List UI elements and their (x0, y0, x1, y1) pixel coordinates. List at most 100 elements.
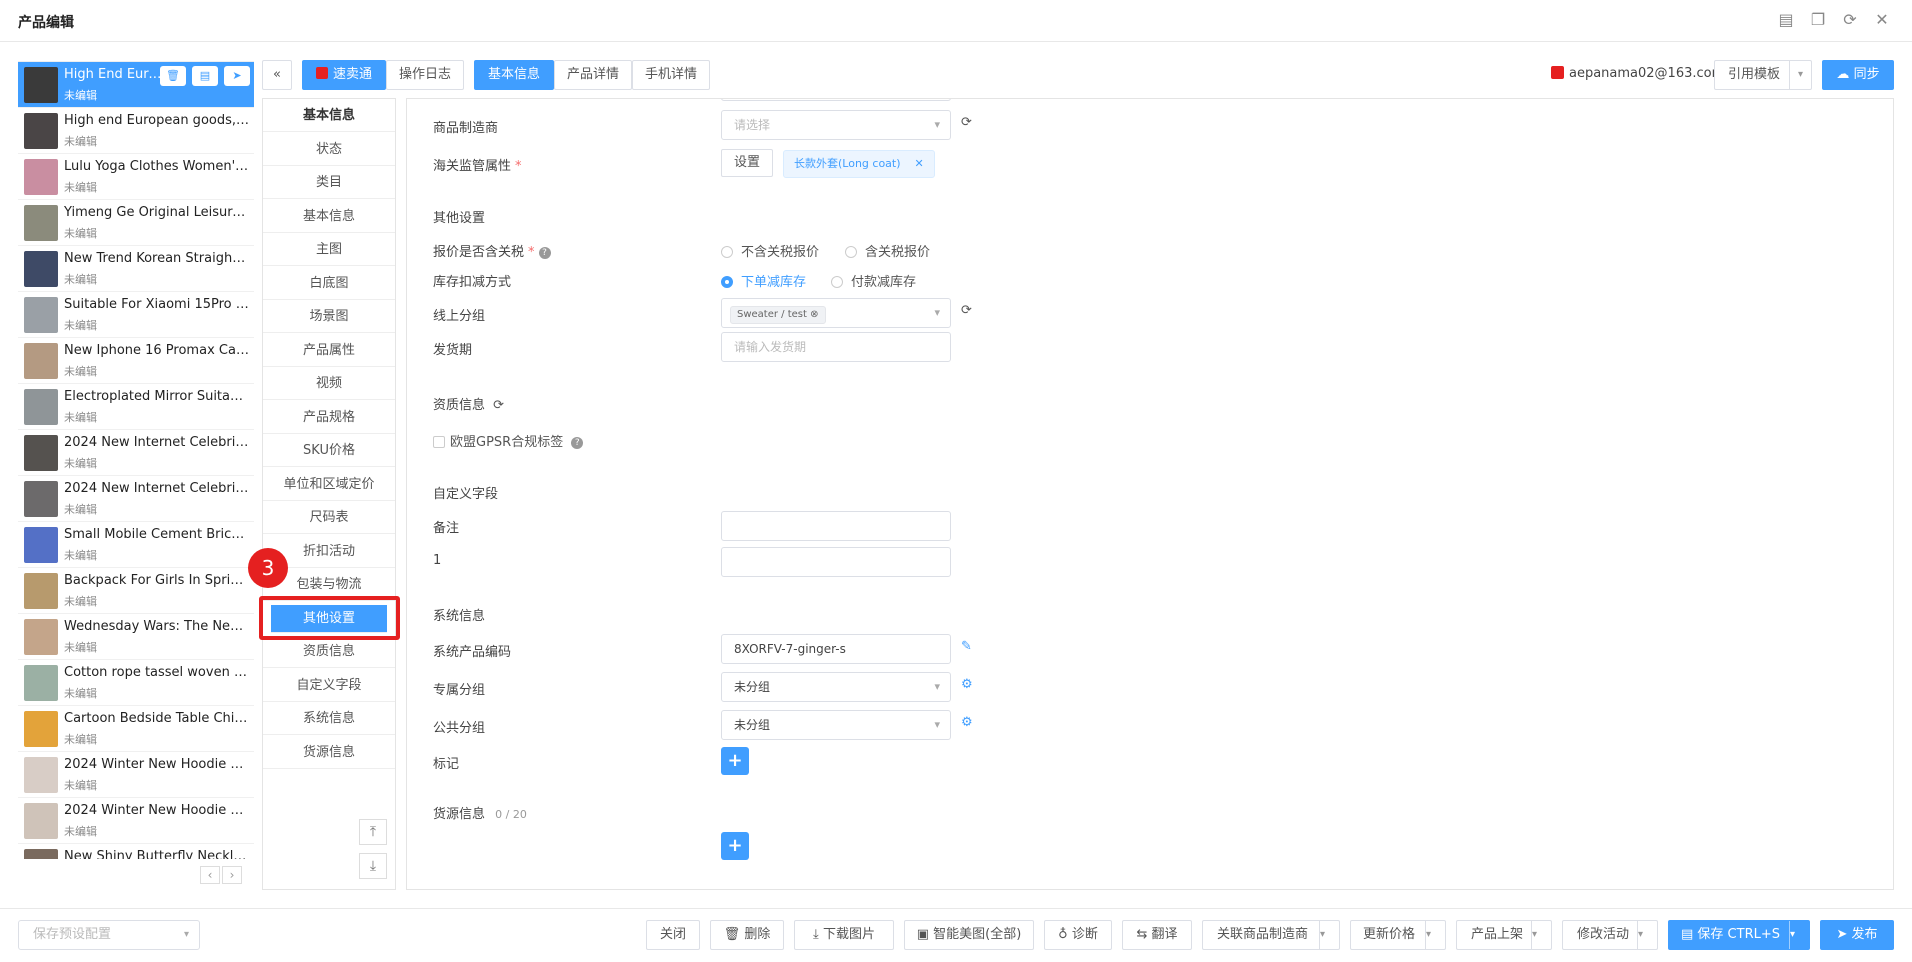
list-item[interactable]: Backpack For Girls In Spring, ... 未编辑 (18, 568, 254, 614)
close-icon[interactable]: ⊗ (810, 309, 818, 320)
nav-item[interactable]: 产品规格 (263, 401, 395, 434)
delivery-input[interactable]: 请输入发货期 (721, 332, 951, 362)
trash-icon[interactable]: 🗑 (160, 66, 186, 86)
nav-item[interactable]: 基本信息 (263, 200, 395, 233)
refresh-icon[interactable]: ⟳ (493, 398, 504, 413)
chevron-down-icon[interactable]: ▾ (1637, 921, 1657, 949)
nav-item[interactable]: 自定义字段 (263, 669, 395, 702)
nav-item[interactable]: 主图 (263, 233, 395, 266)
list-item[interactable]: Yimeng Ge Original Leisure Ti... 未编辑 (18, 200, 254, 246)
online-group-select[interactable]: Sweater / test ⊗ ▾ (721, 298, 951, 328)
nav-item[interactable]: 货源信息 (263, 736, 395, 769)
tax-included-radio[interactable]: 含关税报价 (845, 241, 930, 260)
list-item[interactable]: New Trend Korean Straight Le... 未编辑 (18, 246, 254, 292)
help-icon[interactable]: ? (571, 437, 584, 449)
prev-page-button[interactable]: ‹ (200, 866, 220, 884)
add-source-button[interactable]: + (721, 832, 749, 860)
publish-button[interactable]: ➤ 发布 (1820, 920, 1894, 950)
edit-activity-button[interactable]: 修改活动 ▾ (1562, 920, 1658, 950)
diagnose-button[interactable]: ♁ 诊断 (1044, 920, 1112, 950)
chevron-down-icon[interactable]: ▾ (1789, 921, 1809, 949)
close-button[interactable]: 关闭 (646, 920, 700, 950)
customs-set-button[interactable]: 设置 (721, 149, 773, 177)
gear-icon[interactable]: ⚙ (961, 715, 973, 730)
gpsr-checkbox[interactable]: 欧盟GPSR合规标签? (433, 431, 584, 450)
tab-log[interactable]: 操作日志 (386, 60, 464, 90)
nav-item[interactable]: 视频 (263, 367, 395, 400)
list-item[interactable]: Lulu Yoga Clothes Women's S... 未编辑 (18, 154, 254, 200)
beautify-button[interactable]: ▣ 智能美图(全部) (904, 920, 1034, 950)
template-select[interactable]: 引用模板 ▾ (1714, 60, 1812, 90)
list-item[interactable]: 2024 New Internet Celebrity S... 未编辑 (18, 430, 254, 476)
list-item[interactable]: Cartoon Bedside Table Childre... 未编辑 (18, 706, 254, 752)
nav-item[interactable]: 系统信息 (263, 702, 395, 735)
list-item[interactable]: 2024 Winter New Hoodie Loos... 未编辑 (18, 798, 254, 844)
scroll-top-icon[interactable]: ⤒ (359, 819, 387, 845)
collapse-button[interactable]: « (262, 60, 292, 90)
manufacturer-select[interactable]: 请选择 ▾ (721, 110, 951, 140)
scroll-bottom-icon[interactable]: ⤓ (359, 853, 387, 879)
list-item[interactable]: High End Europ... 未编辑 🗑 ▤ ➤ (18, 62, 254, 108)
nav-item[interactable]: 单位和区域定价 (263, 468, 395, 501)
gear-icon[interactable]: ⚙ (961, 677, 973, 692)
next-page-button[interactable]: › (222, 866, 242, 884)
tab-mobile-detail[interactable]: 手机详情 (632, 60, 710, 90)
cloud-upload-icon: ☁ (1836, 67, 1854, 82)
private-group-select[interactable]: 未分组 ▾ (721, 672, 951, 702)
update-price-button[interactable]: 更新价格 ▾ (1350, 920, 1446, 950)
list-item[interactable]: New Shiny Butterfly Necklace ... (18, 844, 254, 859)
link-manufacturer-button[interactable]: 关联商品制造商 ▾ (1202, 920, 1340, 950)
tab-basic-info[interactable]: 基本信息 (474, 60, 554, 90)
tax-excluded-radio[interactable]: 不含关税报价 (721, 241, 819, 260)
list-item[interactable]: New Iphone 16 Promax Case ... 未编辑 (18, 338, 254, 384)
product-status: 未编辑 (64, 273, 97, 286)
nav-item[interactable]: SKU价格 (263, 434, 395, 467)
send-icon[interactable]: ➤ (224, 66, 250, 86)
product-status: 未编辑 (64, 549, 97, 562)
tab-product-detail[interactable]: 产品详情 (554, 60, 632, 90)
chevron-down-icon[interactable]: ▾ (1319, 921, 1339, 949)
nav-item[interactable]: 类目 (263, 166, 395, 199)
refresh-icon[interactable]: ⟳ (1840, 10, 1860, 30)
chevron-down-icon[interactable]: ▾ (1425, 921, 1445, 949)
refresh-icon[interactable]: ⟳ (961, 115, 972, 130)
nav-item[interactable]: 状态 (263, 133, 395, 166)
translate-button[interactable]: ⇆ 翻译 (1122, 920, 1192, 950)
download-images-button[interactable]: ⤓ 下载图片 (794, 920, 894, 950)
magic-wand-icon[interactable]: ✎ (961, 639, 972, 654)
nav-item[interactable]: 白底图 (263, 267, 395, 300)
custom-field-1-input[interactable] (721, 547, 951, 577)
list-item[interactable]: High end European goods, hig... 未编辑 (18, 108, 254, 154)
restore-icon[interactable]: ❐ (1808, 10, 1828, 30)
stock-order-radio[interactable]: 下单减库存 (721, 271, 806, 290)
stock-payment-radio[interactable]: 付款减库存 (831, 271, 916, 290)
list-item[interactable]: Electroplated Mirror Suitable F... 未编辑 (18, 384, 254, 430)
add-mark-button[interactable]: + (721, 747, 749, 775)
save-icon[interactable]: ▤ (192, 66, 218, 86)
nav-item[interactable]: 产品属性 (263, 334, 395, 367)
list-item[interactable]: Suitable For Xiaomi 15Pro Ph... 未编辑 (18, 292, 254, 338)
notes-icon[interactable]: ▤ (1776, 10, 1796, 30)
refresh-icon[interactable]: ⟳ (961, 303, 972, 318)
list-item[interactable]: 2024 Winter New Hoodie Loos... 未编辑 (18, 752, 254, 798)
list-item[interactable]: 2024 New Internet Celebrity S... 未编辑 (18, 476, 254, 522)
product-thumbnail (24, 803, 58, 839)
list-item[interactable]: Cotton rope tassel woven bag,... 未编辑 (18, 660, 254, 706)
remark-input[interactable] (721, 511, 951, 541)
sync-button[interactable]: ☁ 同步 (1822, 60, 1894, 90)
list-item[interactable]: Small Mobile Cement Brick M... 未编辑 (18, 522, 254, 568)
delete-button[interactable]: 🗑 删除 (710, 920, 784, 950)
product-code-input[interactable]: 8XORFV-7-ginger-s (721, 634, 951, 664)
close-icon[interactable]: ✕ (915, 157, 924, 170)
nav-item[interactable]: 尺码表 (263, 501, 395, 534)
save-button[interactable]: ▤ 保存 CTRL+S ▾ (1668, 920, 1810, 950)
help-icon[interactable]: ? (538, 247, 551, 259)
nav-item[interactable]: 场景图 (263, 300, 395, 333)
tab-aliexpress[interactable]: 速卖通 (302, 60, 386, 90)
chevron-down-icon[interactable]: ▾ (1531, 921, 1551, 949)
list-item[interactable]: Wednesday Wars: The Newbe... 未编辑 (18, 614, 254, 660)
public-group-select[interactable]: 未分组 ▾ (721, 710, 951, 740)
close-icon[interactable]: ✕ (1872, 10, 1892, 30)
product-listing-button[interactable]: 产品上架 ▾ (1456, 920, 1552, 950)
preset-select[interactable]: 保存预设配置 ▾ (18, 920, 200, 950)
